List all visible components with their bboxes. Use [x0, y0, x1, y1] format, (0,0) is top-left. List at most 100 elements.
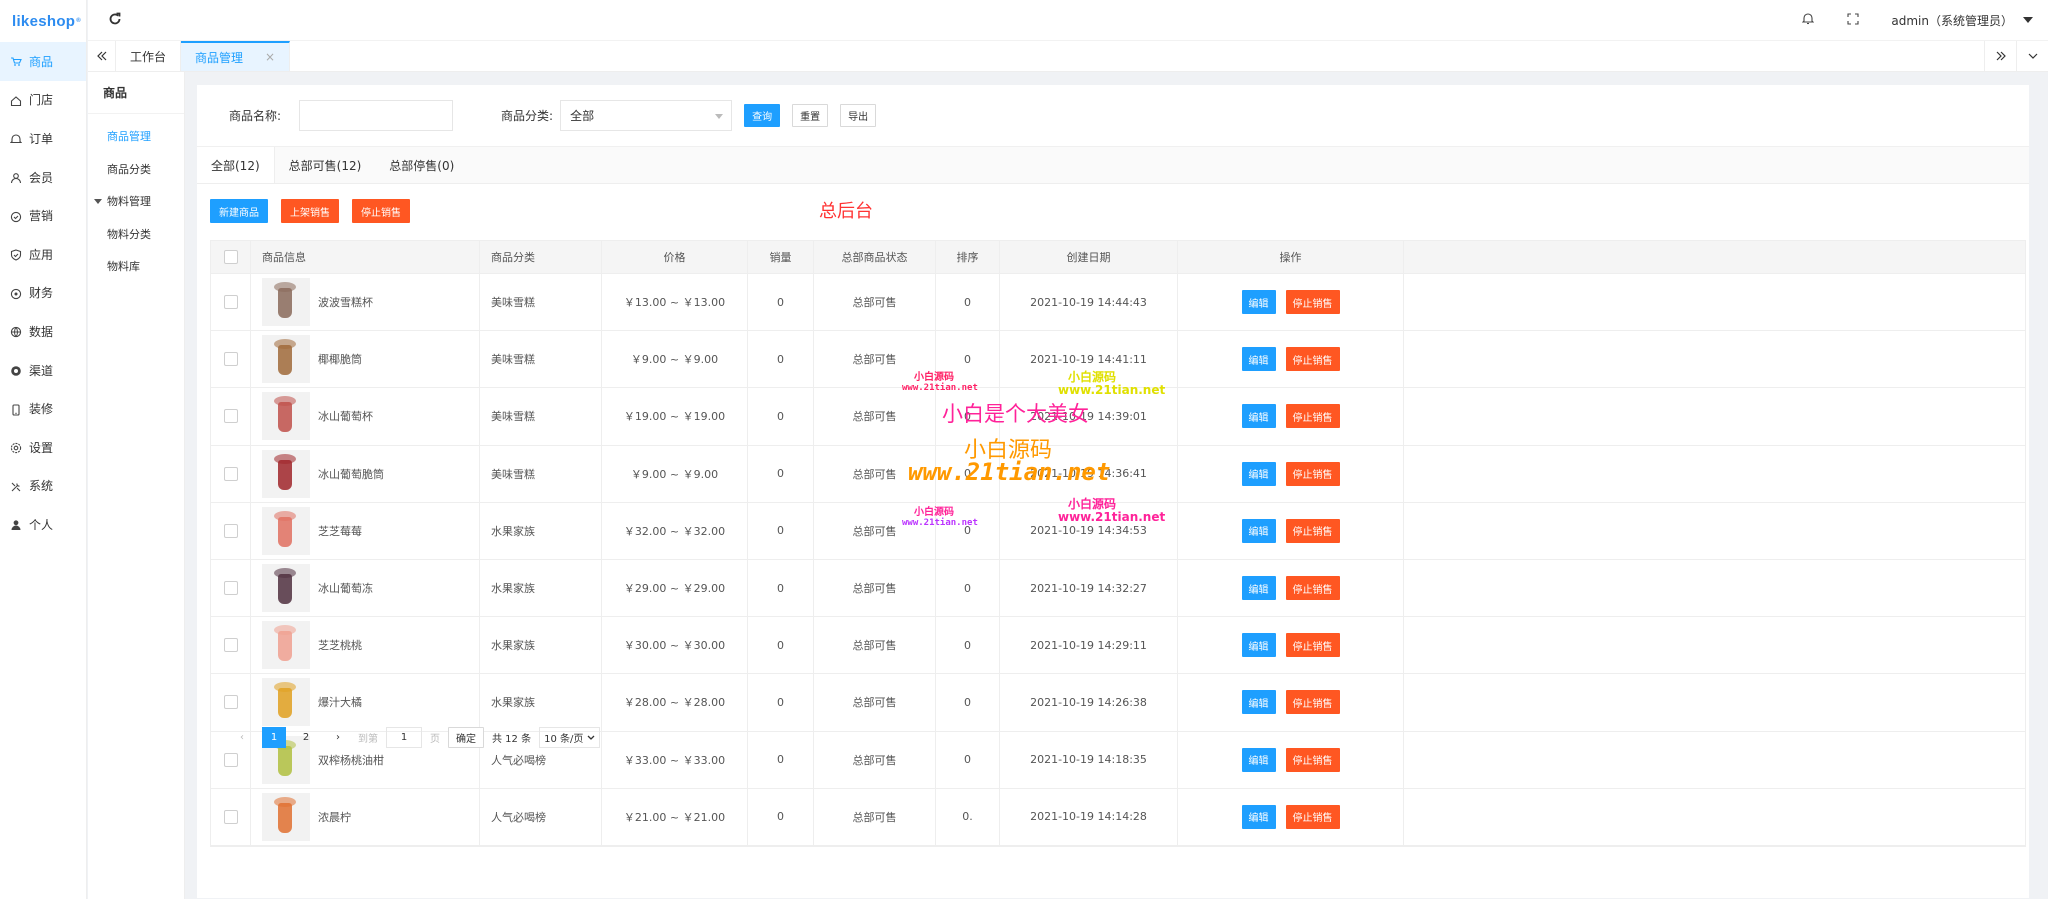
- tab-on-sale[interactable]: 总部可售(12): [275, 147, 376, 183]
- page-1[interactable]: 1: [262, 727, 286, 748]
- sidebar-item-11[interactable]: 系统: [0, 467, 86, 506]
- price-cell: ￥9.00 ~ ￥9.00: [602, 445, 748, 502]
- tab-all[interactable]: 全部(12): [197, 147, 275, 183]
- next-page-icon[interactable]: ›: [326, 727, 350, 748]
- row-checkbox[interactable]: [223, 466, 238, 481]
- tab-scroll-left-icon[interactable]: [88, 41, 116, 71]
- goods-name: 浓晨柠: [318, 810, 351, 824]
- sidebar-item-0[interactable]: 商品: [0, 42, 86, 81]
- stop-sale-row-button[interactable]: 停止销售: [1285, 804, 1340, 829]
- new-goods-button[interactable]: 新建商品: [210, 199, 268, 223]
- tab-stopped[interactable]: 总部停售(0): [375, 147, 468, 183]
- stop-sale-row-button[interactable]: 停止销售: [1285, 461, 1340, 486]
- sidebar-item-4[interactable]: 营销: [0, 196, 86, 235]
- query-button[interactable]: 查询: [744, 104, 781, 127]
- row-checkbox[interactable]: [223, 695, 238, 710]
- sidebar-item-9[interactable]: 装修: [0, 389, 86, 428]
- goods-info-cell: 波波雪糕杯: [251, 274, 480, 331]
- stop-sale-row-button[interactable]: 停止销售: [1285, 747, 1340, 772]
- subnav-item-material-category[interactable]: 物料分类: [88, 218, 184, 251]
- chevron-down-icon: [587, 735, 595, 740]
- triangle-down-icon: [94, 198, 102, 204]
- page-2[interactable]: 2: [294, 727, 318, 748]
- user-menu[interactable]: admin（系统管理员）: [1891, 12, 2013, 29]
- goods-name: 芝芝桃桃: [318, 639, 362, 653]
- sidebar-item-1[interactable]: 门店: [0, 81, 86, 120]
- product-thumbnail: [262, 335, 310, 384]
- category-select[interactable]: 全部: [560, 100, 733, 131]
- sidebar-item-3[interactable]: 会员: [0, 158, 86, 197]
- subnav-group-materials[interactable]: 物料管理: [88, 185, 184, 218]
- stop-sale-row-button[interactable]: 停止销售: [1285, 690, 1340, 715]
- sidebar-item-12[interactable]: 个人: [0, 505, 86, 544]
- export-button[interactable]: 导出: [840, 104, 877, 127]
- total-count: 共 12 条: [492, 734, 532, 745]
- edit-button[interactable]: 编辑: [1241, 461, 1276, 486]
- price-cell: ￥32.00 ~ ￥32.00: [602, 502, 748, 559]
- actions-cell: 编辑 停止销售: [1178, 617, 1404, 674]
- stop-sale-button[interactable]: 停止销售: [352, 199, 410, 223]
- stop-sale-row-button[interactable]: 停止销售: [1285, 404, 1340, 429]
- edit-button[interactable]: 编辑: [1241, 518, 1276, 543]
- edit-button[interactable]: 编辑: [1241, 404, 1276, 429]
- confirm-button[interactable]: 确定: [448, 727, 484, 748]
- chevron-down-icon[interactable]: [2023, 17, 2033, 23]
- edit-button[interactable]: 编辑: [1241, 576, 1276, 601]
- table-header: 商品信息 商品分类 价格 销量 总部商品状态 排序 创建日期 操作: [211, 241, 2025, 274]
- edit-button[interactable]: 编辑: [1241, 347, 1276, 372]
- subnav-item-goods-management[interactable]: 商品管理: [88, 120, 184, 153]
- sidebar-item-5[interactable]: 应用: [0, 235, 86, 274]
- refresh-icon[interactable]: [108, 12, 122, 29]
- on-sale-button[interactable]: 上架销售: [281, 199, 339, 223]
- goods-info-cell: 爆汁大橘: [251, 674, 480, 731]
- page-jump-input[interactable]: 1: [386, 727, 422, 748]
- row-checkbox[interactable]: [223, 581, 238, 596]
- sidebar-item-7[interactable]: 数据: [0, 312, 86, 351]
- tab-goods-management[interactable]: 商品管理 ×: [181, 41, 291, 71]
- fullscreen-icon[interactable]: [1847, 12, 1859, 28]
- edit-button[interactable]: 编辑: [1241, 747, 1276, 772]
- sidebar-item-2[interactable]: 订单: [0, 119, 86, 158]
- row-checkbox[interactable]: [223, 352, 238, 367]
- bell-icon[interactable]: [1802, 12, 1815, 28]
- stop-sale-row-button[interactable]: 停止销售: [1285, 518, 1340, 543]
- row-checkbox[interactable]: [223, 409, 238, 424]
- subnav-item-goods-category[interactable]: 商品分类: [88, 153, 184, 186]
- subnav-title: 商品: [88, 72, 184, 114]
- edit-button[interactable]: 编辑: [1241, 690, 1276, 715]
- sidebar-item-6[interactable]: 财务: [0, 274, 86, 313]
- row-select-cell: [211, 674, 251, 731]
- edit-button[interactable]: 编辑: [1241, 804, 1276, 829]
- stop-sale-row-button[interactable]: 停止销售: [1285, 347, 1340, 372]
- stop-sale-row-button[interactable]: 停止销售: [1285, 290, 1340, 315]
- stop-sale-row-button[interactable]: 停止销售: [1285, 576, 1340, 601]
- sales-cell: 0: [748, 502, 814, 559]
- logo[interactable]: likeshop ®: [0, 0, 86, 42]
- prev-page-icon[interactable]: ‹: [230, 727, 254, 748]
- name-label: 商品名称:: [229, 109, 282, 123]
- tab-scroll-right-icon[interactable]: [1984, 41, 2016, 71]
- goods-name-input[interactable]: [299, 100, 454, 131]
- filler-cell: [1404, 617, 2025, 673]
- row-checkbox[interactable]: [223, 638, 238, 653]
- edit-button[interactable]: 编辑: [1241, 290, 1276, 315]
- close-icon[interactable]: ×: [265, 50, 275, 64]
- row-checkbox[interactable]: [223, 809, 238, 824]
- tab-workbench[interactable]: 工作台: [116, 41, 182, 71]
- home-icon: [10, 95, 22, 106]
- select-all-checkbox[interactable]: [223, 250, 238, 264]
- sidebar-item-8[interactable]: 渠道: [0, 351, 86, 390]
- sidebar-item-10[interactable]: 设置: [0, 428, 86, 467]
- edit-button[interactable]: 编辑: [1241, 633, 1276, 658]
- stop-sale-row-button[interactable]: 停止销售: [1285, 633, 1340, 658]
- sidebar-item-label: 系统: [29, 479, 54, 494]
- tab-menu-chevron-icon[interactable]: [2016, 41, 2048, 71]
- row-checkbox[interactable]: [223, 523, 238, 538]
- page-size-select[interactable]: 10 条/页: [539, 727, 601, 748]
- table-row: 冰山葡萄杯 美味雪糕 ￥19.00 ~ ￥19.00 0 总部可售 0 2021-10-19…: [211, 388, 2025, 446]
- subnav-item-material-library[interactable]: 物料库: [88, 250, 184, 283]
- sort-cell: 0: [936, 674, 1000, 731]
- reset-button[interactable]: 重置: [792, 104, 829, 127]
- row-checkbox[interactable]: [223, 295, 238, 310]
- row-checkbox[interactable]: [223, 752, 238, 767]
